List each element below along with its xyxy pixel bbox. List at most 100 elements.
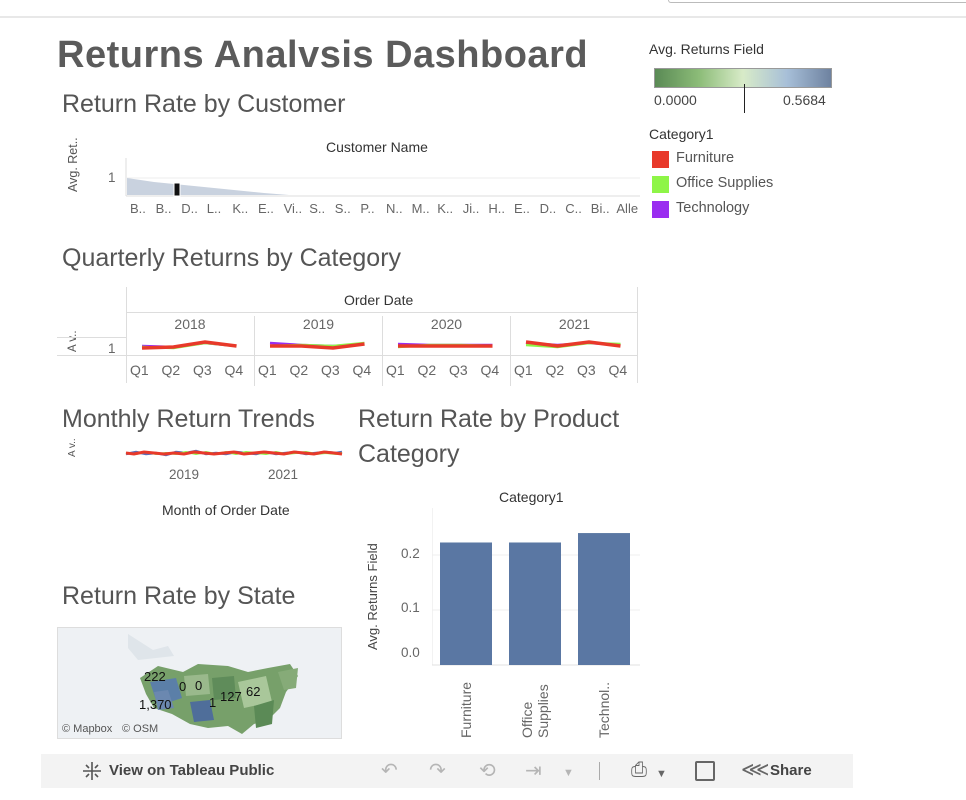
fullscreen-icon[interactable] bbox=[695, 761, 715, 781]
product-bar[interactable] bbox=[578, 533, 630, 665]
revert-icon[interactable]: ⟲ bbox=[479, 761, 496, 781]
customer-x-tick: Vi.. bbox=[283, 201, 303, 216]
quarterly-y-axis-label: A v.. bbox=[67, 330, 79, 352]
customer-x-tick: E.. bbox=[258, 201, 274, 216]
map-value-label: 127 bbox=[220, 689, 242, 704]
customer-y-axis-label: Avg. Ret.. bbox=[66, 137, 80, 192]
map-title: Return Rate by State bbox=[62, 582, 296, 610]
customer-x-tick: Alle bbox=[616, 201, 639, 216]
map-value-label: 1 bbox=[209, 695, 217, 710]
view-tableau-button[interactable] bbox=[81, 760, 103, 782]
color-legend-title: Avg. Returns Field bbox=[649, 41, 764, 57]
customer-x-tick: S.. bbox=[334, 201, 351, 216]
quarterly-row-divider-top bbox=[57, 337, 127, 338]
customer-x-tick: Ji.. bbox=[462, 201, 480, 216]
quarter-tick: Q3 bbox=[449, 362, 468, 378]
product-bar-area bbox=[432, 508, 640, 666]
quarterly-series-line bbox=[141, 340, 237, 350]
quarter-tick: Q4 bbox=[352, 362, 372, 378]
customer-x-tick: D.. bbox=[181, 201, 198, 216]
download-icon[interactable]: ⎙ bbox=[631, 760, 647, 780]
undo-icon[interactable]: ↶ bbox=[381, 761, 398, 781]
monthly-x-tick-2021: 2021 bbox=[268, 467, 299, 482]
customer-x-tick: E.. bbox=[514, 201, 530, 216]
year-header: 2018 bbox=[174, 316, 206, 332]
refresh-dropdown-icon[interactable]: ▼ bbox=[563, 763, 574, 783]
map-value-label: 0 bbox=[179, 679, 187, 694]
bottom-toolbar: View on Tableau Public ↶ ↷ ⟲ ⇥ ▼ ⎙ ▼ ⋘ S… bbox=[41, 754, 853, 788]
quarterly-chart-title: Quarterly Returns by Category bbox=[62, 244, 402, 272]
toolbar-divider bbox=[599, 762, 600, 780]
gradient-min-label: 0.0000 bbox=[654, 92, 697, 108]
quarter-tick: Q2 bbox=[289, 362, 309, 378]
color-gradient-bar bbox=[654, 68, 832, 88]
dashboard-title: Returns Analvsis Dashboard bbox=[57, 34, 589, 76]
monthly-y-axis-label: A v.. bbox=[67, 438, 78, 457]
map-attribution-mapbox[interactable]: © Mapbox bbox=[62, 723, 112, 735]
map-value-label: 62 bbox=[246, 684, 261, 699]
top-divider bbox=[0, 16, 966, 18]
quarterly-quarter-row: Q1 Q2 Q3 Q4 Q1 Q2 Q3 Q4 Q1 Q2 Q3 Q4 Q1 Q2 Q3 Q4 bbox=[126, 362, 638, 382]
product-chart-title-line1: Return Rate by Product bbox=[358, 405, 620, 433]
customer-chart-header: Customer Name bbox=[326, 139, 428, 155]
quarterly-y-tick: 1 bbox=[108, 341, 116, 356]
top-search-box[interactable] bbox=[668, 0, 966, 3]
share-icon[interactable]: ⋘ bbox=[741, 760, 769, 780]
quarter-tick: Q4 bbox=[224, 362, 244, 378]
state-map[interactable]: 222 0 0 1,370 1 127 62 © Mapbox © OSM bbox=[57, 627, 342, 739]
product-y-axis-label: Avg. Returns Field bbox=[365, 543, 380, 650]
customer-x-tick: K.. bbox=[232, 201, 249, 216]
product-chart-title-line2: Category bbox=[358, 440, 460, 468]
redo-icon[interactable]: ↷ bbox=[429, 761, 446, 781]
download-dropdown-icon[interactable]: ▼ bbox=[656, 764, 667, 784]
monthly-x-tick-2019: 2019 bbox=[169, 467, 200, 482]
customer-x-tick: N.. bbox=[386, 201, 403, 216]
quarter-tick: Q4 bbox=[480, 362, 500, 378]
legend-label: Office Supplies bbox=[676, 175, 774, 191]
customer-x-tick: D.. bbox=[539, 201, 557, 216]
product-x-tick: Furniture bbox=[458, 681, 474, 738]
customer-x-tick: B.. bbox=[155, 201, 172, 216]
product-y-tick-0.1: 0.1 bbox=[401, 600, 420, 615]
quarter-tick: Q4 bbox=[608, 362, 628, 378]
quarter-tick: Q2 bbox=[545, 362, 565, 378]
view-on-tableau-link[interactable]: View on Tableau Public bbox=[109, 762, 274, 779]
customer-y-tick: 1 bbox=[108, 170, 116, 185]
customer-x-tick: C.. bbox=[565, 201, 582, 216]
tableau-logo-icon bbox=[83, 762, 101, 780]
quarter-tick: Q1 bbox=[386, 362, 405, 378]
quarter-tick: Q2 bbox=[161, 362, 181, 378]
customer-x-tick: L.. bbox=[206, 201, 222, 216]
product-chart-header: Category1 bbox=[499, 489, 564, 505]
customer-x-ticks: B.. B.. D.. L.. K.. E.. Vi.. S.. S.. P.. N.. M.. K..… bbox=[128, 201, 640, 219]
share-button[interactable]: Share bbox=[770, 762, 812, 779]
quarter-tick: Q1 bbox=[258, 362, 277, 378]
product-bar[interactable] bbox=[440, 542, 492, 665]
quarter-tick: Q3 bbox=[577, 362, 596, 378]
monthly-chart-title: Monthly Return Trends bbox=[62, 405, 315, 433]
map-value-label: 0 bbox=[195, 678, 203, 693]
legend-swatch bbox=[652, 176, 669, 193]
customer-x-tick: M.. bbox=[411, 201, 430, 216]
customer-chart-title: Return Rate by Customer bbox=[62, 90, 346, 118]
legend-swatch bbox=[652, 151, 669, 168]
map-attribution-osm[interactable]: © OSM bbox=[122, 723, 158, 735]
product-y-tick-0.2: 0.2 bbox=[401, 546, 420, 561]
monthly-x-axis-label: Month of Order Date bbox=[162, 502, 290, 518]
product-x-labels: Furniture Office Supplies Technol.. bbox=[432, 668, 640, 740]
quarter-tick: Q2 bbox=[417, 362, 437, 378]
product-x-tick: Technol.. bbox=[596, 681, 612, 738]
product-y-tick-0.0: 0.0 bbox=[401, 645, 420, 660]
legend-label: Technology bbox=[676, 200, 750, 216]
customer-x-tick: K.. bbox=[437, 201, 454, 216]
gradient-marker bbox=[744, 84, 745, 113]
refresh-icon[interactable]: ⇥ bbox=[525, 761, 542, 781]
product-bar[interactable] bbox=[509, 542, 561, 665]
quarter-tick: Q3 bbox=[321, 362, 340, 378]
quarterly-year-row: 2018 2019 2020 2021 bbox=[126, 312, 638, 386]
legend-swatch bbox=[652, 201, 669, 218]
product-x-tick: Office Supplies bbox=[519, 684, 551, 738]
customer-x-tick: S.. bbox=[309, 201, 326, 216]
customer-x-tick: Bi.. bbox=[590, 201, 610, 216]
quarter-tick: Q1 bbox=[130, 362, 149, 378]
